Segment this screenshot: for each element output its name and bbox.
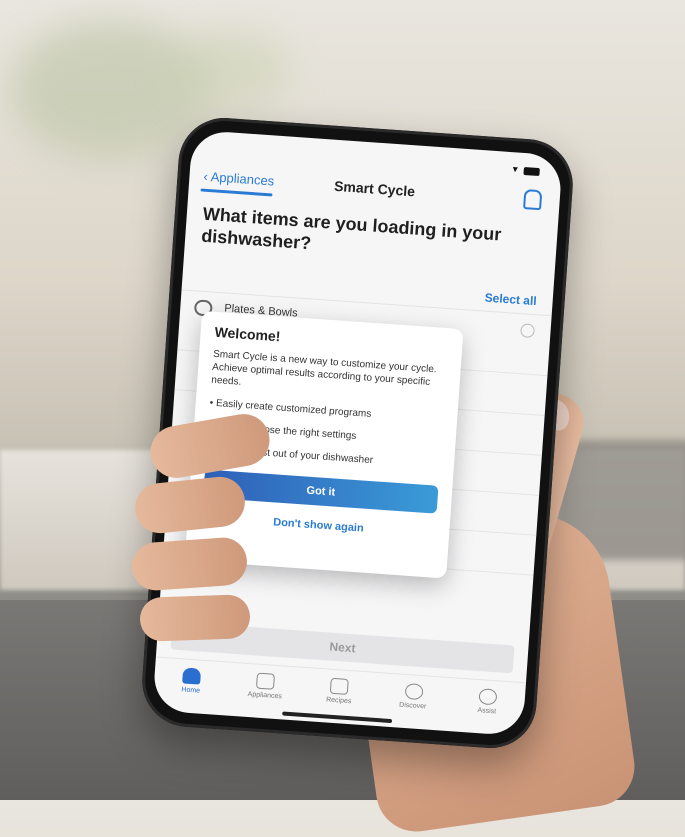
smile-icon	[478, 688, 498, 706]
hand-finger	[139, 594, 251, 642]
modal-body: Smart Cycle is a new way to customize yo…	[210, 348, 437, 388]
modal-title: Welcome!	[214, 323, 281, 345]
background-foliage-2	[170, 30, 290, 110]
tab-assist[interactable]: Assist	[455, 679, 519, 737]
tab-home[interactable]: Home	[159, 658, 223, 716]
bell-icon[interactable]	[523, 189, 543, 211]
appliance-icon	[256, 672, 276, 690]
status-bar: ▾	[512, 164, 540, 177]
wifi-icon: ▾	[512, 164, 519, 176]
chef-hat-icon	[330, 677, 350, 695]
home-icon	[182, 667, 202, 685]
select-all-button[interactable]: Select all	[484, 291, 537, 309]
compass-icon	[404, 682, 424, 701]
battery-icon	[523, 166, 540, 176]
hand-finger	[130, 536, 249, 592]
page-title: Smart Cycle	[333, 177, 416, 200]
radio-button[interactable]	[520, 323, 536, 339]
